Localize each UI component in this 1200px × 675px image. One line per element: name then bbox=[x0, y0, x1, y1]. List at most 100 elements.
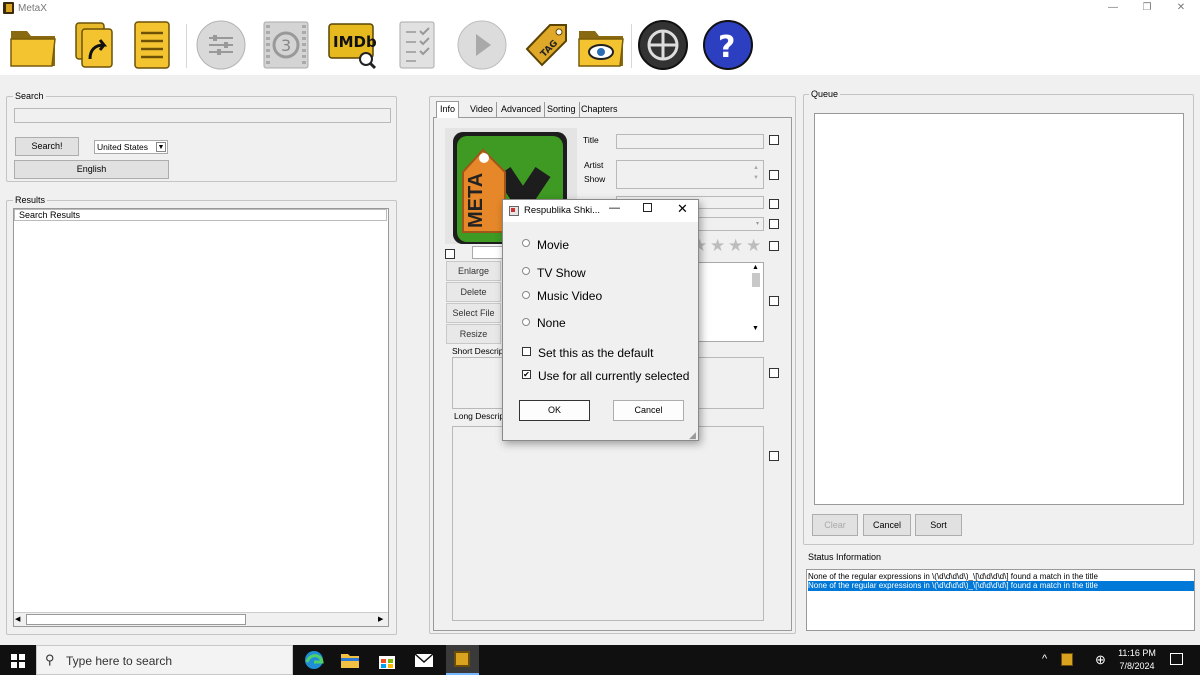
use-all-checkbox[interactable]: ✔ bbox=[522, 370, 531, 379]
notes-lock-checkbox[interactable] bbox=[769, 296, 779, 306]
open-folder-icon[interactable] bbox=[8, 19, 58, 71]
radio-tv-show[interactable] bbox=[522, 267, 530, 275]
play-icon[interactable] bbox=[457, 19, 507, 71]
queue-sort-button[interactable]: Sort bbox=[915, 514, 962, 536]
file-list-icon[interactable] bbox=[127, 19, 177, 71]
search-icon: ⚲ bbox=[45, 652, 55, 667]
view-folder-icon[interactable] bbox=[576, 19, 626, 71]
clock-date[interactable]: 7/8/2024 bbox=[1112, 661, 1162, 671]
set-default-checkbox[interactable] bbox=[522, 347, 531, 356]
globe-icon[interactable]: ⊕ bbox=[1095, 652, 1106, 668]
scroll-left-icon[interactable]: ◀ bbox=[15, 615, 23, 624]
enlarge-button[interactable]: Enlarge bbox=[446, 261, 501, 281]
windows-start-icon[interactable] bbox=[11, 654, 25, 668]
tab-chapters[interactable]: Chapters bbox=[578, 102, 621, 117]
artwork-checkbox[interactable] bbox=[445, 249, 455, 259]
title-input[interactable] bbox=[616, 134, 764, 149]
set-default-label[interactable]: Set this as the default bbox=[538, 346, 653, 360]
option-tv-show-label[interactable]: TV Show bbox=[537, 266, 586, 280]
metax-taskbar-button[interactable] bbox=[446, 645, 479, 675]
results-group-label: Results bbox=[13, 195, 48, 205]
language-button[interactable]: English bbox=[14, 160, 169, 179]
chevron-down-icon[interactable]: ▾ bbox=[756, 220, 759, 227]
radio-movie[interactable] bbox=[522, 239, 530, 247]
results-list[interactable] bbox=[13, 208, 389, 627]
genre-lock-checkbox[interactable] bbox=[769, 219, 779, 229]
long-desc-lock-checkbox[interactable] bbox=[769, 451, 779, 461]
checklist-icon[interactable] bbox=[392, 19, 442, 71]
radio-music-video[interactable] bbox=[522, 291, 530, 299]
artist-lock-checkbox[interactable] bbox=[769, 170, 779, 180]
option-music-video-label[interactable]: Music Video bbox=[537, 289, 602, 303]
mail-icon[interactable] bbox=[414, 651, 434, 669]
restore-button[interactable]: ❐ bbox=[1130, 0, 1164, 17]
queue-list[interactable] bbox=[814, 113, 1184, 505]
chevron-up-icon[interactable]: ^ bbox=[1042, 653, 1047, 665]
scrollbar-thumb[interactable] bbox=[26, 614, 246, 625]
imdb-icon[interactable]: IMDb bbox=[327, 19, 377, 71]
store-icon[interactable] bbox=[377, 650, 397, 670]
svg-text:3: 3 bbox=[281, 36, 291, 55]
radio-none[interactable] bbox=[522, 318, 530, 326]
notes-scrollbar[interactable]: ▲ ▼ bbox=[752, 264, 762, 340]
tab-sorting[interactable]: Sorting bbox=[544, 102, 580, 117]
scroll-up-icon[interactable]: ▲ bbox=[752, 264, 762, 271]
film-reel-icon[interactable] bbox=[638, 19, 688, 71]
rating-star-icon[interactable]: ★ bbox=[710, 236, 725, 256]
status-line[interactable]: None of the regular expressions in \(\d\… bbox=[808, 572, 1194, 581]
scrollbar-thumb[interactable] bbox=[752, 273, 760, 287]
edge-browser-icon[interactable] bbox=[303, 650, 325, 670]
search-button[interactable]: Search! bbox=[15, 137, 79, 156]
dialog-ok-button[interactable]: OK bbox=[519, 400, 590, 421]
delete-button[interactable]: Delete bbox=[446, 282, 501, 302]
artwork-field[interactable] bbox=[472, 246, 504, 259]
dialog-maximize-button[interactable] bbox=[643, 203, 652, 212]
option-none-label[interactable]: None bbox=[537, 316, 566, 330]
tray-metax-icon[interactable] bbox=[1061, 653, 1073, 666]
meta-tag-icon[interactable]: TAG bbox=[522, 19, 572, 71]
status-line-selected[interactable]: None of the regular expressions in \(\d\… bbox=[808, 581, 1194, 591]
clock-time[interactable]: 11:16 PM bbox=[1112, 648, 1162, 658]
status-label: Status Information bbox=[808, 552, 882, 562]
resize-button[interactable]: Resize bbox=[446, 324, 501, 344]
field-row-3-checkbox[interactable] bbox=[769, 199, 779, 209]
title-lock-checkbox[interactable] bbox=[769, 135, 779, 145]
long-desc-input[interactable] bbox=[452, 426, 764, 621]
country-select[interactable]: United States ▼ bbox=[94, 140, 168, 154]
use-all-label[interactable]: Use for all currently selected bbox=[538, 369, 689, 383]
queue-clear-button[interactable]: Clear bbox=[812, 514, 858, 536]
search-input[interactable] bbox=[14, 108, 391, 123]
scroll-right-icon[interactable]: ▶ bbox=[378, 615, 386, 624]
rating-star-icon[interactable]: ★ bbox=[746, 236, 761, 256]
short-desc-lock-checkbox[interactable] bbox=[769, 368, 779, 378]
rating-lock-checkbox[interactable] bbox=[769, 241, 779, 251]
queue-cancel-button[interactable]: Cancel bbox=[863, 514, 911, 536]
notification-icon[interactable] bbox=[1170, 653, 1183, 665]
taskbar-search-placeholder[interactable]: Type here to search bbox=[66, 654, 172, 668]
settings-sliders-icon[interactable] bbox=[196, 19, 246, 71]
minimize-button[interactable]: — bbox=[1096, 0, 1130, 17]
dialog-cancel-button[interactable]: Cancel bbox=[613, 400, 684, 421]
chevron-down-icon[interactable]: ▼ bbox=[156, 142, 166, 152]
film-countdown-icon[interactable]: 3 bbox=[261, 19, 311, 71]
import-icon[interactable] bbox=[68, 19, 118, 71]
file-explorer-icon[interactable] bbox=[340, 651, 360, 669]
close-button[interactable]: ✕ bbox=[1164, 0, 1198, 17]
dialog-minimize-button[interactable]: — bbox=[609, 202, 620, 214]
tab-video[interactable]: Video bbox=[467, 102, 497, 117]
dialog-close-button[interactable]: ✕ bbox=[677, 201, 688, 217]
tab-advanced[interactable]: Advanced bbox=[498, 102, 546, 117]
artist-spinner-icon[interactable]: ▲ ▼ bbox=[753, 163, 759, 183]
svg-text:IMDb: IMDb bbox=[333, 33, 377, 51]
option-movie-label[interactable]: Movie bbox=[537, 238, 569, 252]
resize-grip-icon[interactable]: ◢ bbox=[689, 430, 696, 441]
scroll-down-icon[interactable]: ▼ bbox=[752, 325, 762, 332]
search-group-label: Search bbox=[13, 91, 46, 101]
rating-star-icon[interactable]: ★ bbox=[728, 236, 743, 256]
metax-app-icon bbox=[3, 2, 14, 14]
help-icon[interactable]: ? bbox=[703, 19, 753, 71]
results-column-header[interactable]: Search Results bbox=[14, 209, 387, 221]
tab-info[interactable]: Info bbox=[436, 101, 460, 118]
artist-input[interactable] bbox=[616, 160, 764, 189]
select-file-button[interactable]: Select File bbox=[446, 303, 501, 323]
